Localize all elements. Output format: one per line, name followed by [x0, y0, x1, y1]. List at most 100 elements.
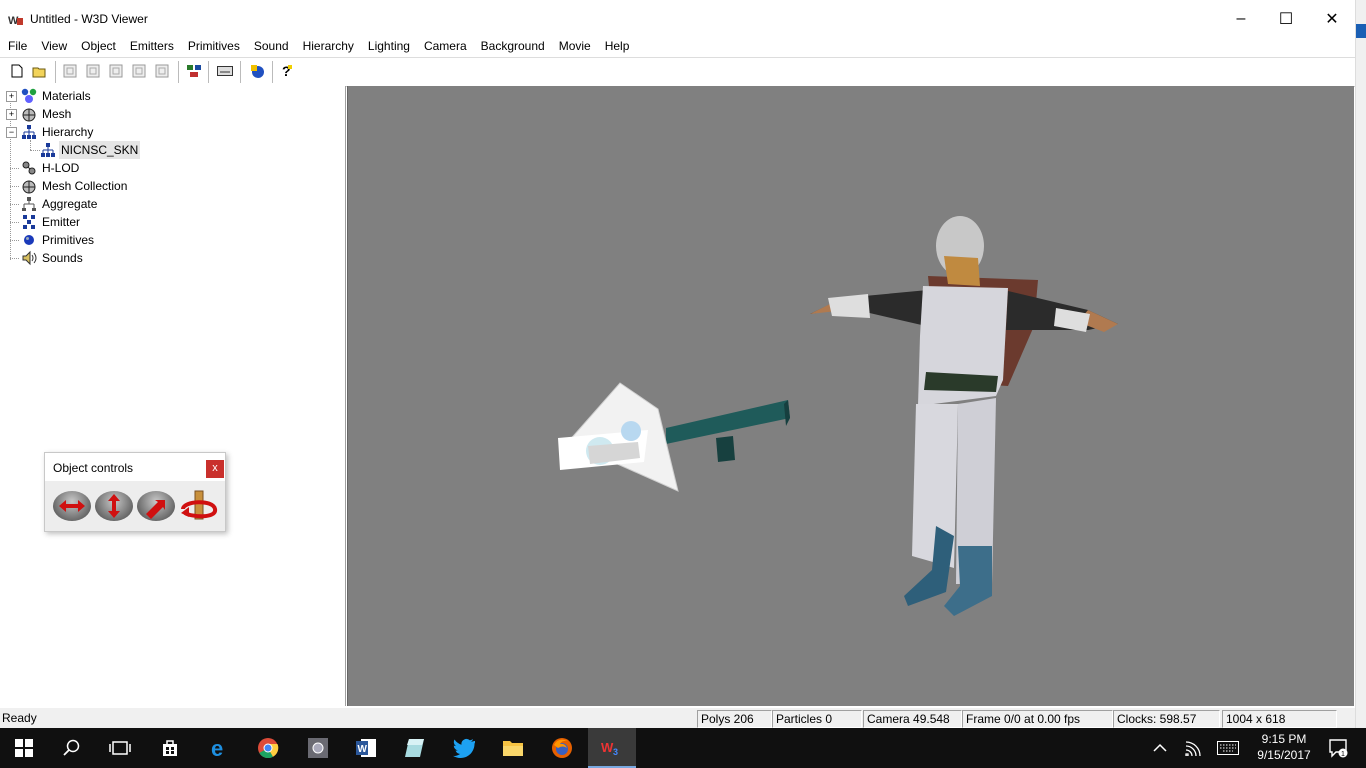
status-clocks: Clocks: 598.57 — [1113, 710, 1220, 728]
menu-sound[interactable]: Sound — [247, 38, 296, 56]
task-view-icon[interactable] — [96, 728, 144, 768]
lod-icon[interactable] — [185, 62, 203, 80]
tree-label: Sounds — [42, 251, 83, 265]
tree-label: H-LOD — [42, 161, 80, 175]
edge-browser-icon[interactable]: e — [196, 728, 244, 768]
menu-background[interactable]: Background — [474, 38, 552, 56]
notes-app-icon[interactable] — [391, 728, 439, 768]
file-explorer-icon[interactable] — [489, 728, 537, 768]
word-icon[interactable]: W — [342, 728, 390, 768]
search-icon[interactable] — [48, 728, 96, 768]
twitter-icon[interactable] — [440, 728, 488, 768]
start-button[interactable] — [0, 728, 48, 768]
status-bar: Ready Polys 206 Particles 0 Camera 49.54… — [0, 708, 1355, 728]
primitives-icon — [24, 235, 34, 245]
menu-file[interactable]: File — [0, 38, 34, 56]
store-icon[interactable] — [146, 728, 194, 768]
window-title: Untitled - W3D Viewer — [30, 12, 148, 26]
svg-text:1: 1 — [1341, 751, 1345, 758]
tree-item-sounds[interactable]: Sounds — [0, 249, 340, 267]
tree-item-mesh[interactable]: + Mesh — [0, 105, 340, 123]
title-bar: W Untitled - W3D Viewer – ☐ ✕ — [0, 0, 1355, 38]
camera-right-icon[interactable] — [130, 62, 148, 80]
toolbar: ? — [0, 57, 1355, 87]
tree-item-aggregate[interactable]: Aggregate — [0, 195, 340, 213]
toolbar-separator — [55, 61, 57, 83]
camera-front-icon[interactable] — [61, 62, 79, 80]
tree-item-hlod[interactable]: H-LOD — [0, 159, 340, 177]
status-frame: Frame 0/0 at 0.00 fps — [962, 710, 1113, 728]
svg-text:3: 3 — [613, 747, 618, 756]
add-object-icon[interactable] — [248, 62, 266, 80]
wifi-icon[interactable] — [1176, 728, 1212, 768]
move-depth-button[interactable] — [137, 491, 175, 521]
tree-item-hierarchy[interactable]: − Hierarchy — [0, 123, 340, 141]
menu-movie[interactable]: Movie — [552, 38, 598, 56]
help-icon[interactable]: ? — [278, 62, 296, 80]
3d-viewport[interactable] — [347, 86, 1354, 706]
hlod-icon — [22, 161, 36, 175]
taskbar: e W W3 9:15 PM 9/15/2017 1 — [0, 728, 1366, 768]
tree-label: Primitives — [42, 233, 95, 247]
status-polys: Polys 206 — [697, 710, 772, 728]
vertical-arrow-icon — [108, 494, 120, 518]
background-window-edge — [1355, 0, 1366, 728]
w3d-viewer-taskbar-icon[interactable]: W3 — [588, 728, 636, 768]
chevron-up-icon[interactable] — [1140, 728, 1180, 768]
move-horizontal-button[interactable] — [53, 491, 91, 521]
camera-left-icon[interactable] — [107, 62, 125, 80]
expand-icon[interactable]: + — [6, 91, 17, 102]
emitter-icon — [23, 215, 35, 229]
menu-view[interactable]: View — [34, 38, 74, 56]
maximize-button[interactable]: ☐ — [1263, 0, 1309, 38]
weapon-model — [558, 382, 790, 492]
chrome-icon[interactable] — [244, 728, 292, 768]
mesh-icon — [22, 108, 36, 122]
menu-hierarchy[interactable]: Hierarchy — [296, 38, 361, 56]
camera-top-icon[interactable] — [153, 62, 171, 80]
keyboard-icon[interactable] — [216, 62, 234, 80]
tree-item-emitter[interactable]: Emitter — [0, 213, 340, 231]
taskbar-clock[interactable]: 9:15 PM 9/15/2017 — [1244, 731, 1324, 763]
tree-item-primitives[interactable]: Primitives — [0, 231, 340, 249]
object-controls-close-button[interactable]: x — [206, 460, 224, 478]
menu-camera[interactable]: Camera — [417, 38, 474, 56]
status-resolution: 1004 x 618 — [1222, 710, 1337, 728]
tree-item-mesh-collection[interactable]: Mesh Collection — [0, 177, 340, 195]
horizontal-arrow-icon — [59, 500, 85, 512]
tree-label: Mesh — [42, 107, 72, 121]
firefox-icon[interactable] — [538, 728, 586, 768]
move-vertical-button[interactable] — [95, 491, 133, 521]
app-icon-gray[interactable] — [294, 728, 342, 768]
rotate-icon — [181, 490, 217, 520]
rotate-button[interactable] — [179, 489, 219, 523]
tree-label: Hierarchy — [42, 125, 94, 139]
status-camera: Camera 49.548 — [863, 710, 962, 728]
menu-help[interactable]: Help — [598, 38, 637, 56]
menu-primitives[interactable]: Primitives — [181, 38, 247, 56]
expand-icon[interactable]: + — [6, 109, 17, 120]
minimize-button[interactable]: – — [1218, 0, 1264, 38]
keyboard-icon[interactable] — [1210, 728, 1246, 768]
tree-label: Mesh Collection — [42, 179, 128, 193]
menu-bar: File View Object Emitters Primitives Sou… — [0, 38, 1355, 56]
status-ready: Ready — [2, 711, 37, 725]
diagonal-arrow-icon — [146, 500, 165, 519]
collapse-icon[interactable]: − — [6, 127, 17, 138]
status-particles: Particles 0 — [772, 710, 862, 728]
model-render — [558, 216, 1118, 616]
camera-back-icon[interactable] — [84, 62, 102, 80]
new-file-icon[interactable] — [8, 62, 26, 80]
tree-label: Emitter — [42, 215, 81, 229]
notifications-icon[interactable]: 1 — [1318, 728, 1358, 768]
menu-object[interactable]: Object — [74, 38, 123, 56]
tree-item-nicnsc-skn[interactable]: NICNSC_SKN — [0, 141, 340, 159]
open-folder-icon[interactable] — [31, 62, 49, 80]
tree-label: Materials — [42, 89, 91, 103]
w3d-app-icon: W — [8, 15, 23, 26]
close-button[interactable]: ✕ — [1309, 0, 1355, 38]
hierarchy-icon — [22, 125, 36, 139]
tree-item-materials[interactable]: + Materials — [0, 87, 340, 105]
menu-emitters[interactable]: Emitters — [123, 38, 181, 56]
menu-lighting[interactable]: Lighting — [361, 38, 417, 56]
